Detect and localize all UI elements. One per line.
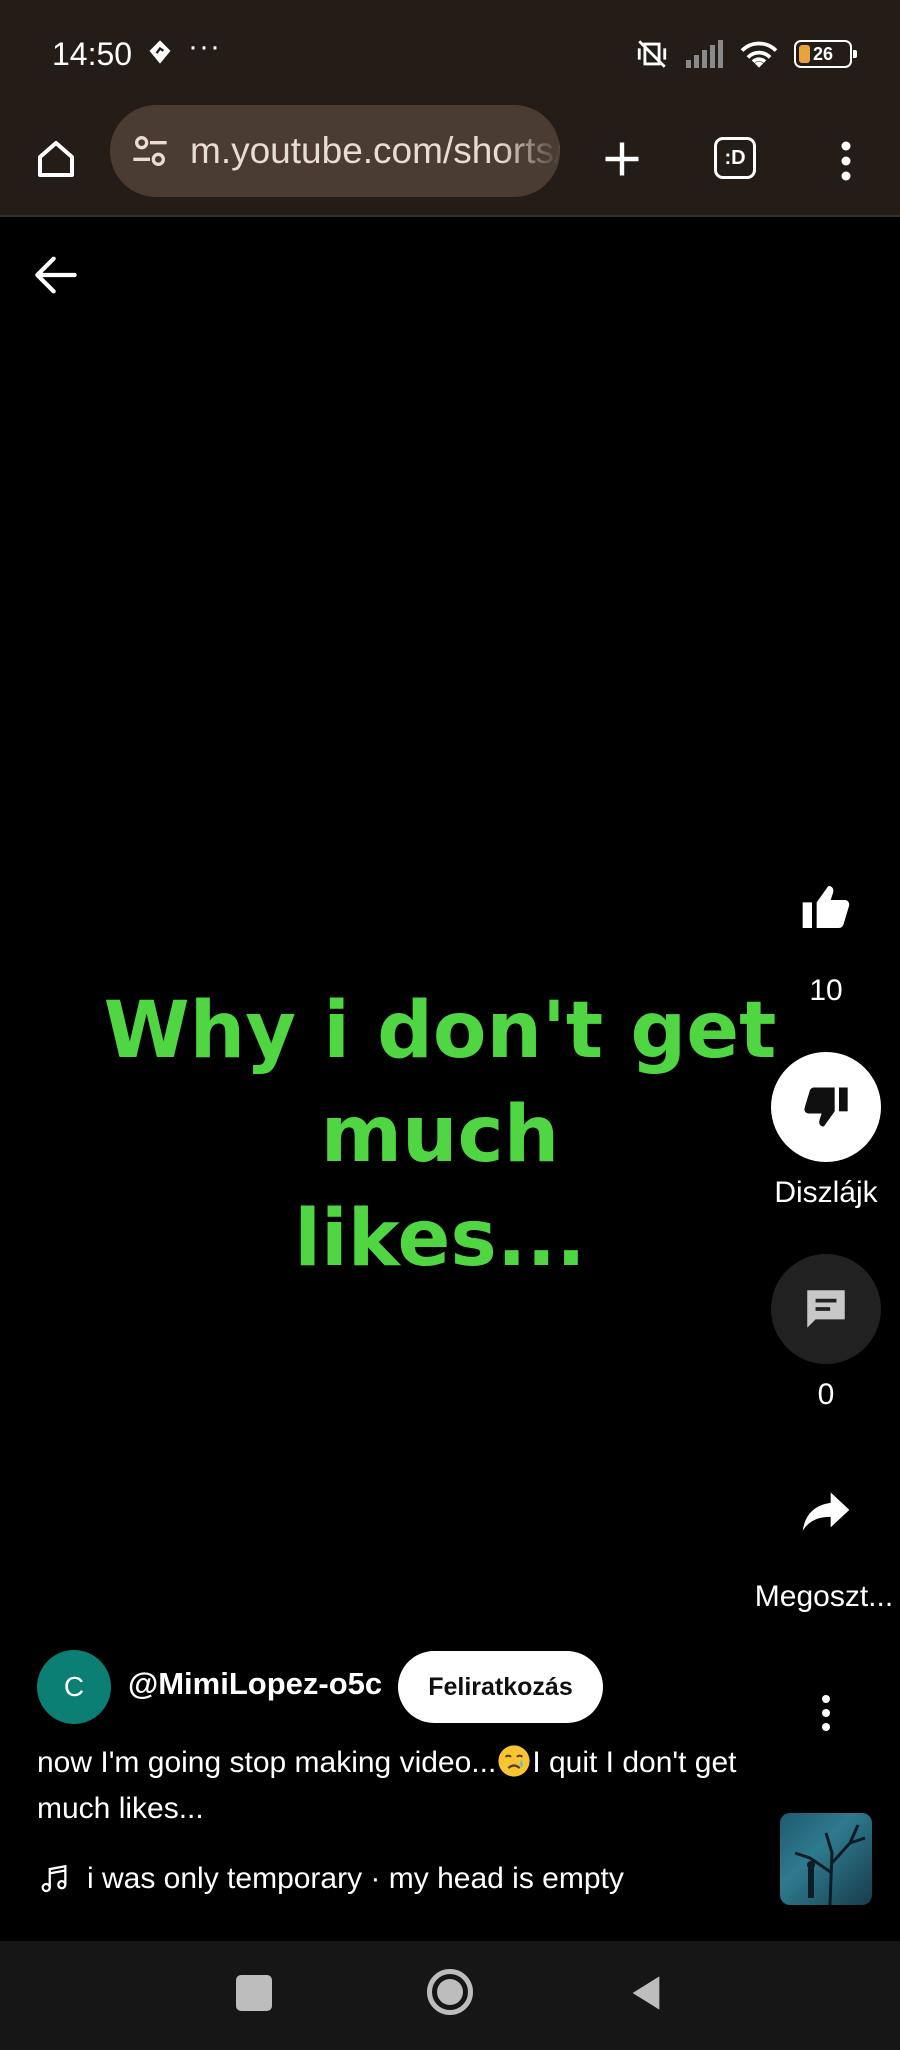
description-text-part1: now I'm going stop making video... (37, 1746, 497, 1779)
subscribe-button[interactable]: Feliratkozás (398, 1651, 603, 1723)
plus-icon (605, 142, 639, 176)
channel-avatar[interactable]: C (37, 1650, 111, 1724)
like-button[interactable] (771, 852, 881, 962)
comment-count: 0 (817, 1378, 835, 1411)
home-icon (38, 141, 74, 177)
system-navigation-bar (0, 1941, 900, 2050)
arrow-back-icon[interactable] (28, 247, 84, 303)
comment-icon (807, 1290, 845, 1328)
thumb-down-icon (804, 1087, 848, 1127)
thumb-up-icon (802, 886, 850, 928)
address-bar[interactable]: m.youtube.com/shorts/ (110, 105, 560, 197)
status-time: 14:50 (52, 36, 133, 72)
navigation-icon (149, 40, 171, 64)
wifi-icon (740, 41, 778, 68)
sound-thumbnail-image (794, 1824, 866, 1905)
status-indicators: 26 (634, 34, 857, 74)
signal-icon (686, 40, 723, 68)
battery-level: 26 (812, 43, 834, 64)
dislike-label: Diszlájk (774, 1176, 878, 1209)
new-tab-button[interactable] (592, 129, 652, 189)
video-caption: Why i don't get much likes... (0, 979, 880, 1291)
more-vert-icon (822, 1695, 830, 1731)
dislike-button[interactable] (771, 1052, 881, 1162)
share-label: Megoszt... (754, 1580, 894, 1613)
browser-menu-button[interactable] (826, 133, 866, 189)
system-back-button[interactable] (626, 1973, 666, 2013)
more-vert-icon (841, 141, 851, 181)
vibrate-off-icon (637, 40, 667, 68)
status-more-notifications: ··· (188, 30, 221, 63)
comments-button[interactable] (771, 1254, 881, 1364)
recent-apps-button[interactable] (236, 1975, 272, 2011)
tune-icon[interactable] (130, 131, 170, 171)
tab-switcher-button[interactable]: :D (714, 137, 756, 179)
sound-thumbnail[interactable] (780, 1813, 872, 1905)
battery-icon: 26 (794, 40, 857, 68)
channel-name[interactable]: @MimiLopez-o5c (128, 1666, 382, 1702)
browser-toolbar: m.youtube.com/shorts/ :D (0, 105, 900, 217)
more-options-button[interactable] (806, 1688, 846, 1738)
video-description[interactable]: now I'm going stop making video... I qui… (37, 1740, 757, 1832)
music-note-icon (41, 1864, 67, 1893)
sound-link[interactable]: i was only temporary · my head is empty (37, 1862, 624, 1896)
status-bar: 14:50 ··· 26 (0, 0, 900, 105)
like-count: 10 (809, 974, 843, 1007)
sound-title: i was only temporary · my head is empty (87, 1862, 624, 1895)
home-button[interactable] (28, 131, 84, 187)
crying-face-icon (498, 1745, 530, 1777)
system-home-button[interactable] (427, 1969, 473, 2015)
share-icon (802, 1492, 850, 1531)
video-caption-line1: Why i don't get much (103, 986, 777, 1180)
share-button[interactable] (771, 1456, 881, 1566)
